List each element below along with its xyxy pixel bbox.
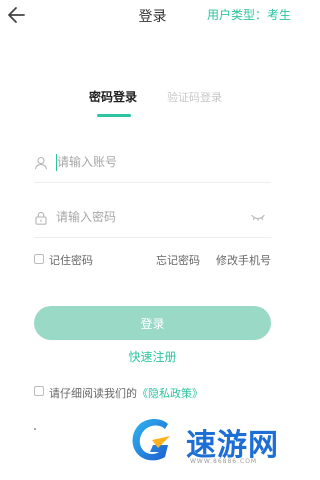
decorative-dot — [34, 428, 36, 430]
user-icon — [34, 156, 48, 170]
login-button[interactable]: 登录 — [34, 306, 271, 340]
tab-code-login[interactable]: 验证码登录 — [167, 89, 222, 105]
password-field — [34, 198, 271, 238]
eye-closed-icon[interactable] — [251, 214, 265, 222]
watermark-url: WWW.86886.COM — [190, 458, 258, 465]
register-link[interactable]: 快速注册 — [0, 348, 305, 365]
remember-password-checkbox[interactable] — [34, 254, 44, 264]
lock-icon — [35, 211, 47, 225]
watermark-logo-icon — [132, 418, 170, 461]
agreement-label: 请仔细阅读我们的《隐私政策》 — [49, 385, 203, 401]
login-options: 记住密码 忘记密码 修改手机号 — [34, 252, 271, 268]
remember-password-label[interactable]: 记住密码 — [49, 252, 93, 268]
login-tabs: 密码登录 验证码登录 — [0, 88, 305, 122]
active-tab-indicator — [97, 114, 131, 117]
account-field — [34, 143, 271, 183]
change-phone-link[interactable]: 修改手机号 — [216, 252, 271, 268]
forgot-password-link[interactable]: 忘记密码 — [156, 252, 200, 268]
agreement-prefix: 请仔细阅读我们的 — [49, 387, 137, 400]
privacy-policy-link[interactable]: 《隐私政策》 — [137, 387, 203, 400]
agreement-checkbox[interactable] — [34, 386, 44, 396]
tab-password-login[interactable]: 密码登录 — [89, 88, 137, 105]
header: 登录 用户类型：考生 — [0, 0, 305, 32]
user-type-selector[interactable]: 用户类型：考生 — [207, 6, 291, 23]
password-input[interactable] — [56, 207, 246, 227]
account-input[interactable] — [57, 152, 247, 172]
watermark: 速游网 WWW.86886.COM — [124, 412, 294, 472]
